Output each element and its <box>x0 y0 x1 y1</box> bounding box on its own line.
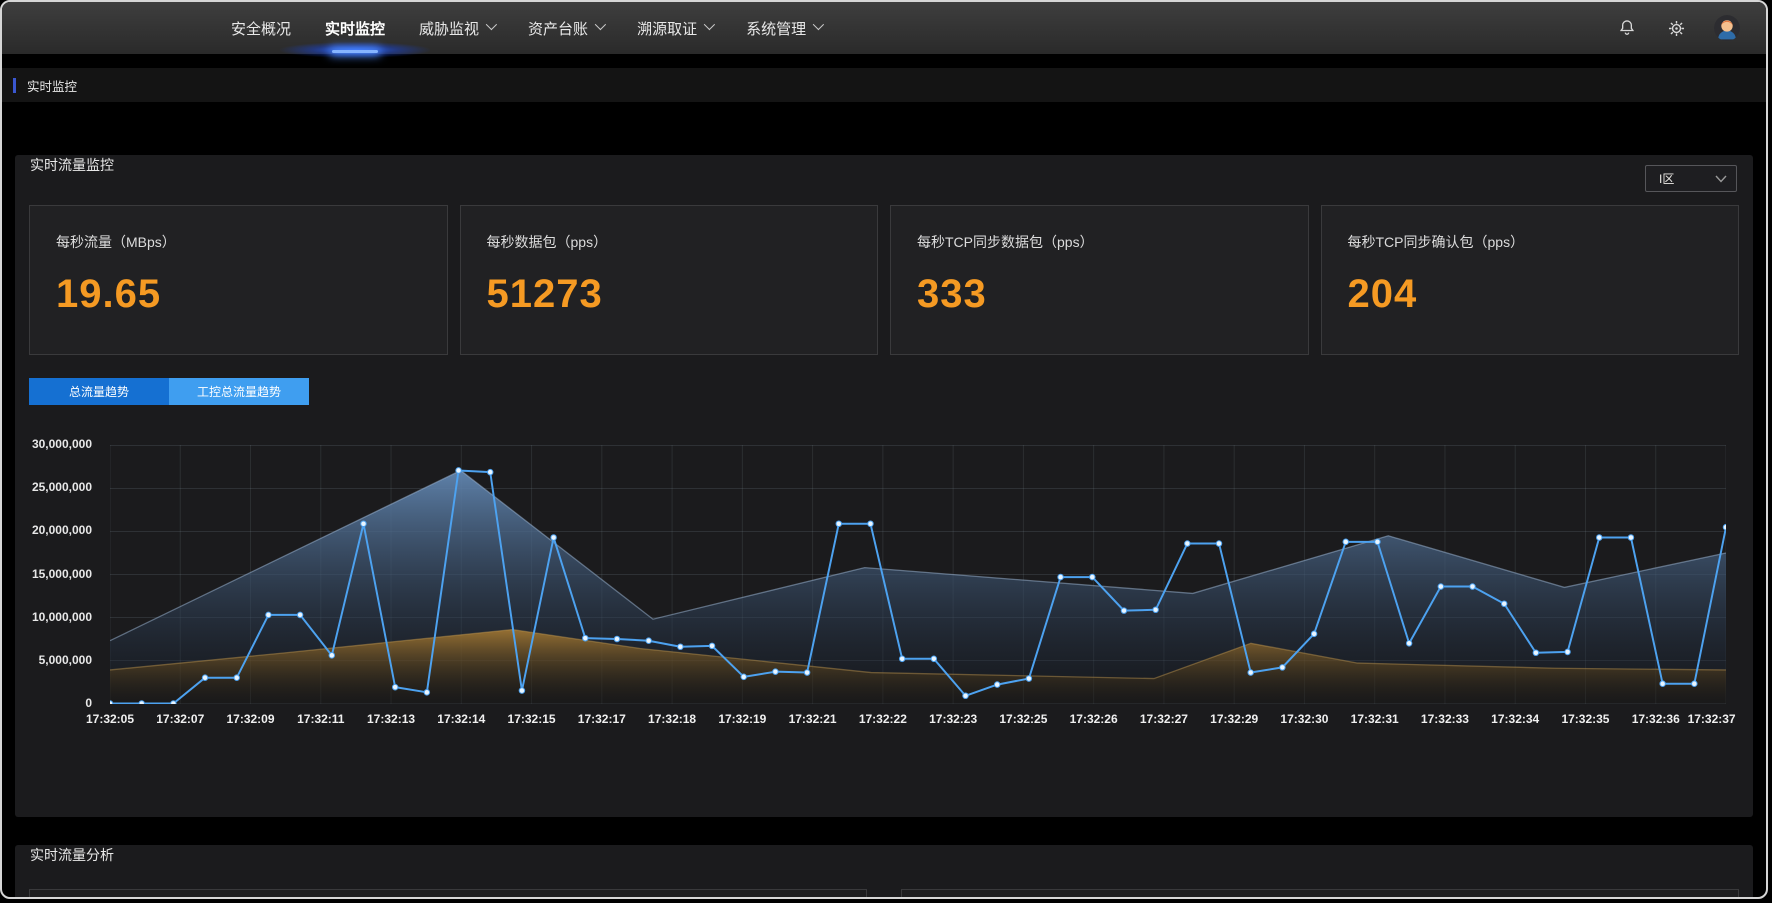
x-tick-label: 17:32:19 <box>718 712 766 726</box>
chevron-down-icon <box>813 19 824 30</box>
nav-item-label: 系统管理 <box>746 18 806 39</box>
y-tick-label: 5,000,000 <box>0 653 92 667</box>
chart-plot-area <box>110 445 1726 704</box>
stat-card-tcp-synack-per-sec: 每秒TCP同步确认包（pps） 204 <box>1321 205 1740 355</box>
x-tick-label: 17:32:25 <box>999 712 1047 726</box>
stat-cards-row: 每秒流量（MBps） 19.65 每秒数据包（pps） 51273 每秒TCP同… <box>29 205 1739 355</box>
breadcrumb-bar: 实时监控 <box>2 68 1766 102</box>
traffic-trend-chart: 05,000,00010,000,00015,000,00020,000,000… <box>30 445 1726 730</box>
stat-card-value: 204 <box>1348 272 1739 317</box>
section-title-traffic-monitor: 实时流量监控 <box>30 155 1753 175</box>
chevron-down-icon <box>1715 175 1727 183</box>
x-tick-label: 17:32:29 <box>1210 712 1258 726</box>
y-tick-label: 20,000,000 <box>0 523 92 537</box>
chart-x-axis: 17:32:0517:32:0717:32:0917:32:1117:32:13… <box>110 712 1726 730</box>
region-select-value: I区 <box>1659 170 1674 187</box>
breadcrumb: 实时监控 <box>27 76 77 95</box>
chevron-down-icon <box>704 19 715 30</box>
section-title-traffic-analysis: 实时流量分析 <box>30 845 1753 865</box>
top-ics-protocol-table: Top工控协议分布 协议名称 总流量 平均流量 总数据包 <box>901 889 1739 899</box>
x-tick-label: 17:32:31 <box>1351 712 1399 726</box>
x-tick-label: 17:32:11 <box>297 712 344 726</box>
nav-item-label: 溯源取证 <box>637 18 697 39</box>
x-tick-label: 17:32:21 <box>789 712 837 726</box>
realtime-traffic-panel: I区 实时流量监控 每秒流量（MBps） 19.65 每秒数据包（pps） 51… <box>15 155 1753 817</box>
trend-tabs: 总流量趋势 工控总流量趋势 <box>29 378 1753 405</box>
stat-card-label: 每秒数据包（pps） <box>487 232 878 252</box>
nav-menu: 安全概况 实时监控 威胁监视 资产台账 溯源取证 系统管理 <box>214 2 838 54</box>
tab-ics-total-flow-trend[interactable]: 工控总流量趋势 <box>169 378 309 405</box>
nav-item-threat-watch[interactable]: 威胁监视 <box>402 2 511 54</box>
stat-card-label: 每秒TCP同步确认包（pps） <box>1348 232 1739 252</box>
x-tick-label: 17:32:14 <box>437 712 485 726</box>
x-tick-label: 17:32:35 <box>1561 712 1609 726</box>
x-tick-label: 17:32:22 <box>859 712 907 726</box>
user-avatar[interactable] <box>1714 15 1740 41</box>
nav-item-system-admin[interactable]: 系统管理 <box>729 2 838 54</box>
stat-card-label: 每秒TCP同步数据包（pps） <box>917 232 1308 252</box>
analysis-tables-row: Top协议分布 协议名称 总流量 平均流量 总数据包 Top工控协议分布 协议名… <box>29 889 1739 899</box>
y-tick-label: 15,000,000 <box>0 567 92 581</box>
top-protocol-table: Top协议分布 协议名称 总流量 平均流量 总数据包 <box>29 889 867 899</box>
nav-item-label: 安全概况 <box>231 18 291 39</box>
stat-card-packets-per-sec: 每秒数据包（pps） 51273 <box>460 205 879 355</box>
nav-item-trace-forensics[interactable]: 溯源取证 <box>620 2 729 54</box>
x-tick-label: 17:32:33 <box>1421 712 1469 726</box>
nav-item-label: 实时监控 <box>325 18 385 39</box>
x-tick-label: 17:32:07 <box>156 712 204 726</box>
nav-item-label: 资产台账 <box>528 18 588 39</box>
stat-card-label: 每秒流量（MBps） <box>56 232 447 252</box>
x-tick-label: 17:32:15 <box>508 712 556 726</box>
region-select[interactable]: I区 <box>1645 165 1737 192</box>
breadcrumb-accent <box>13 78 16 93</box>
gear-icon[interactable] <box>1665 17 1687 39</box>
x-tick-label: 17:32:17 <box>578 712 626 726</box>
x-tick-label: 17:32:05 <box>86 712 134 726</box>
x-tick-label: 17:32:18 <box>648 712 696 726</box>
stat-card-value: 333 <box>917 272 1308 317</box>
x-tick-label: 17:32:37 <box>1688 712 1736 726</box>
chevron-down-icon <box>595 19 606 30</box>
y-tick-label: 25,000,000 <box>0 480 92 494</box>
realtime-analysis-panel: 实时流量分析 Top协议分布 协议名称 总流量 平均流量 总数据包 Top工控协… <box>15 845 1753 899</box>
app-window: 安全概况 实时监控 威胁监视 资产台账 溯源取证 系统管理 <box>0 0 1768 899</box>
stat-card-value: 19.65 <box>56 272 447 317</box>
x-tick-label: 17:32:13 <box>367 712 415 726</box>
nav-item-label: 威胁监视 <box>419 18 479 39</box>
top-nav: 安全概况 实时监控 威胁监视 资产台账 溯源取证 系统管理 <box>2 2 1766 54</box>
x-tick-label: 17:32:36 <box>1632 712 1680 726</box>
nav-right-icons <box>1616 15 1740 41</box>
x-tick-label: 17:32:26 <box>1070 712 1118 726</box>
y-tick-label: 10,000,000 <box>0 610 92 624</box>
x-tick-label: 17:32:34 <box>1491 712 1539 726</box>
x-tick-label: 17:32:30 <box>1280 712 1328 726</box>
tab-total-flow-trend[interactable]: 总流量趋势 <box>29 378 169 405</box>
chart-svg <box>110 445 1726 704</box>
nav-item-asset-ledger[interactable]: 资产台账 <box>511 2 620 54</box>
y-tick-label: 30,000,000 <box>0 437 92 451</box>
x-tick-label: 17:32:23 <box>929 712 977 726</box>
stat-card-value: 51273 <box>487 272 878 317</box>
chevron-down-icon <box>486 19 497 30</box>
x-tick-label: 17:32:27 <box>1140 712 1188 726</box>
chart-y-axis: 05,000,00010,000,00015,000,00020,000,000… <box>30 445 100 704</box>
x-tick-label: 17:32:09 <box>226 712 274 726</box>
nav-item-realtime-monitor[interactable]: 实时监控 <box>308 2 402 54</box>
y-tick-label: 0 <box>0 696 92 710</box>
bell-icon[interactable] <box>1616 17 1638 39</box>
stat-card-tcp-syn-per-sec: 每秒TCP同步数据包（pps） 333 <box>890 205 1309 355</box>
stat-card-flow-per-sec: 每秒流量（MBps） 19.65 <box>29 205 448 355</box>
